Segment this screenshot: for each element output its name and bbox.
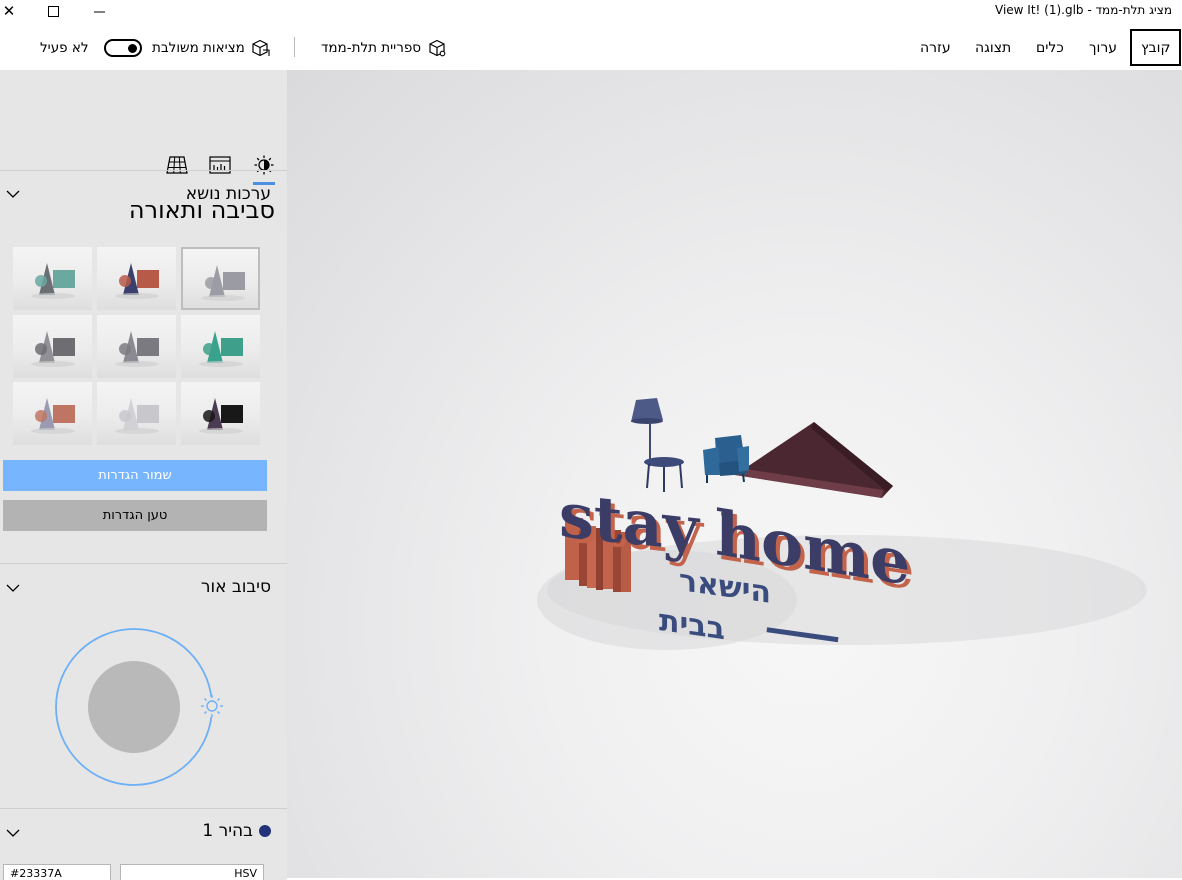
maximize-icon [47, 5, 59, 17]
theme-swatch[interactable] [97, 315, 176, 378]
divider [0, 170, 287, 171]
theme-preview-icon [115, 263, 159, 299]
sun-icon [254, 155, 274, 175]
divider [0, 808, 287, 809]
mixed-reality-button[interactable]: מציאות משולבת [152, 25, 271, 70]
mixed-reality-toggle-group: לא פעיל [40, 25, 142, 70]
light-rotation-chevron-down-icon[interactable] [6, 581, 20, 595]
title-bar: ✕ מציג תלת-ממד - View It! (1).glb [0, 0, 1182, 24]
load-settings-button[interactable]: טען הגדרות [3, 500, 267, 531]
menu-tools[interactable]: כלים [1036, 25, 1064, 70]
theme-swatch[interactable] [13, 247, 92, 310]
mixed-reality-toggle[interactable] [103, 38, 142, 57]
mixed-reality-label: מציאות משולבת [152, 39, 245, 56]
light-rotation-title: סיבוב אור [200, 577, 271, 597]
light1-hex-field[interactable]: #23337A [3, 864, 111, 880]
theme-preview-icon [31, 331, 75, 367]
light-rotation-control[interactable] [45, 618, 235, 798]
themes-chevron-down-icon[interactable] [6, 187, 20, 201]
light1-mode-select[interactable]: HSV [120, 864, 264, 880]
toggle-knob [127, 43, 137, 53]
save-settings-button[interactable]: שמור הגדרות [3, 460, 267, 491]
themes-title: ערכות נושא [185, 184, 271, 204]
theme-swatch[interactable] [97, 382, 176, 445]
3d-library-label: ספריית תלת-ממד [321, 39, 422, 56]
maximize-button[interactable] [38, 0, 68, 22]
window-title: מציג תלת-ממד - View It! (1).glb [995, 3, 1172, 17]
theme-preview-icon [115, 331, 159, 367]
theme-swatch[interactable] [13, 382, 92, 445]
light1-chevron-down-icon[interactable] [6, 826, 20, 840]
theme-swatch[interactable] [181, 315, 260, 378]
3d-model-scene[interactable]: stay stay home home הישאר בבית [287, 70, 1182, 878]
tab-stats[interactable] [209, 154, 231, 176]
chart-icon [209, 156, 231, 174]
light1-header: בהיר 1 [202, 821, 271, 841]
tab-lighting[interactable] [253, 154, 275, 176]
divider [0, 563, 287, 564]
3d-library-button[interactable]: ספריית תלת-ממד [321, 25, 447, 70]
menu-bar: קובץ ערוך כלים תצוגה עזרה ספריית תלת-ממד… [0, 25, 1182, 70]
light1-color-dot[interactable] [259, 825, 271, 837]
theme-swatch[interactable] [13, 315, 92, 378]
svg-text:stay: stay [559, 478, 701, 566]
light-sphere [88, 661, 180, 753]
theme-swatch[interactable] [181, 382, 260, 445]
light1-mode-value: HSV [234, 867, 257, 880]
theme-preview-icon [199, 398, 243, 434]
roof-model [735, 422, 893, 498]
toolbar-divider [294, 37, 295, 57]
theme-preview-icon [31, 263, 75, 299]
menu-file[interactable]: קובץ [1130, 29, 1182, 66]
theme-swatch[interactable] [181, 247, 260, 310]
mixed-reality-icon [252, 39, 270, 56]
minimize-button[interactable] [84, 0, 114, 22]
3d-library-icon [429, 39, 446, 56]
theme-preview-icon [199, 331, 243, 367]
sidebar: סביבה ותאורה ערכות נושא שמור הגדרות טען … [0, 70, 287, 880]
theme-preview-icon [115, 398, 159, 434]
tab-grid[interactable] [166, 154, 188, 176]
menu-edit[interactable]: ערוך [1089, 25, 1117, 70]
3d-viewport[interactable]: stay stay home home הישאר בבית [287, 70, 1182, 878]
lamp-model [631, 398, 663, 466]
theme-swatch[interactable] [97, 247, 176, 310]
menu-help[interactable]: עזרה [920, 25, 951, 70]
grid-icon [166, 156, 188, 174]
close-button[interactable]: ✕ [0, 0, 24, 22]
light1-title: בהיר 1 [202, 821, 253, 841]
toggle-state-label: לא פעיל [40, 39, 89, 56]
theme-preview-icon [31, 398, 75, 434]
theme-preview-icon [201, 265, 245, 301]
menu-view[interactable]: תצוגה [975, 25, 1011, 70]
sun-handle-icon[interactable] [201, 695, 224, 717]
minimize-icon [93, 11, 105, 12]
